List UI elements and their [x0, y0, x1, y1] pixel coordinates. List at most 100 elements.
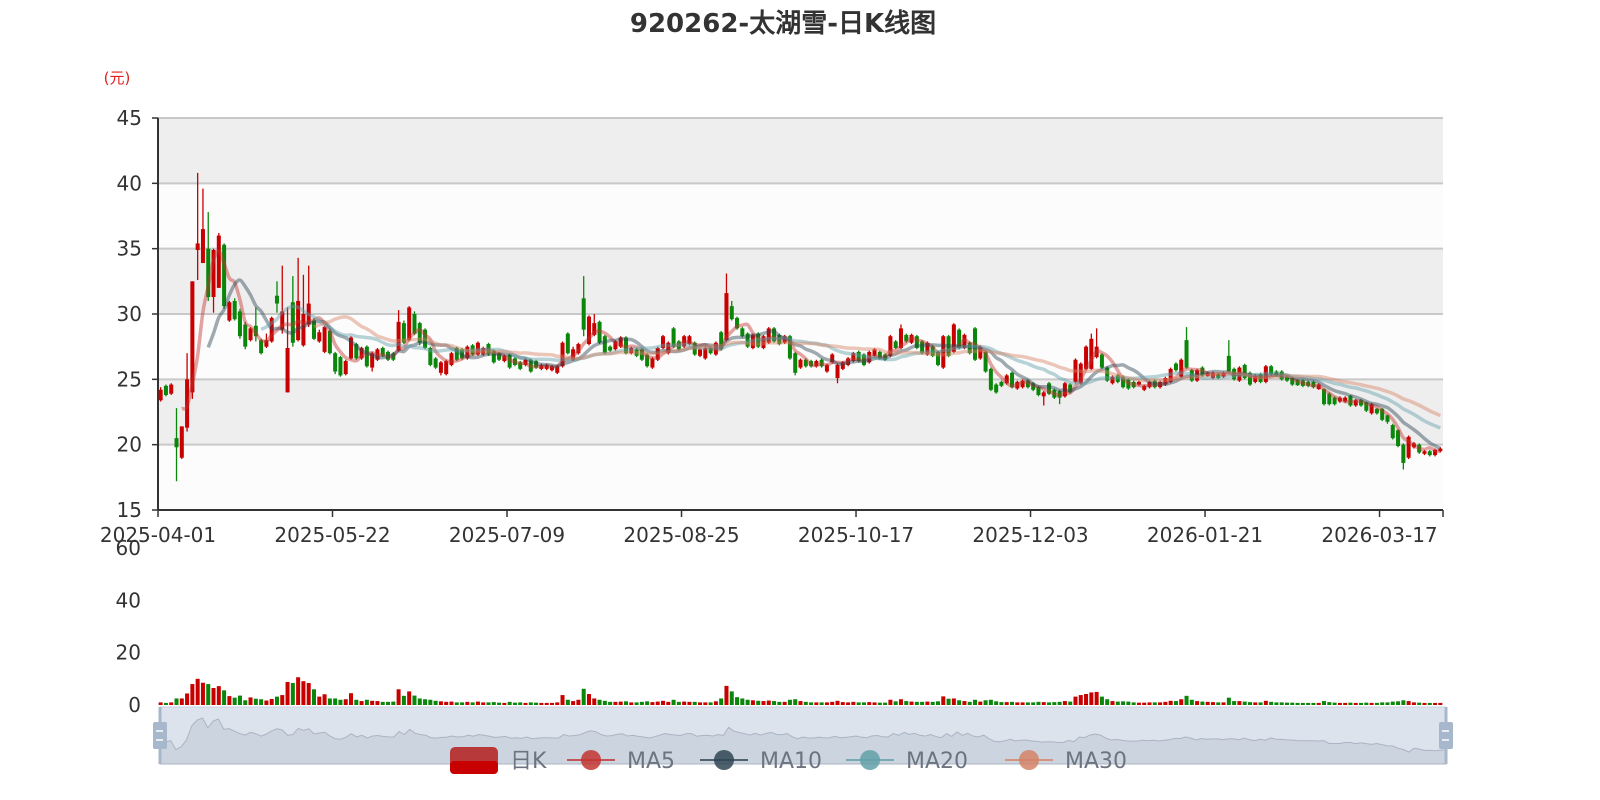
candle-body[interactable]	[169, 384, 174, 394]
candle-body[interactable]	[581, 298, 586, 330]
volume-bar[interactable]	[206, 684, 211, 705]
volume-bar[interactable]	[1242, 701, 1247, 705]
volume-bar[interactable]	[666, 701, 671, 705]
volume-bar[interactable]	[650, 702, 655, 705]
volume-bar[interactable]	[1353, 702, 1358, 705]
volume-bar[interactable]	[174, 698, 179, 705]
volume-bar[interactable]	[386, 701, 391, 705]
volume-bar[interactable]	[259, 699, 264, 705]
candle-body[interactable]	[317, 332, 322, 342]
candle-body[interactable]	[232, 300, 237, 320]
volume-bar[interactable]	[1036, 701, 1041, 705]
volume-bar[interactable]	[454, 702, 459, 705]
volume-bar[interactable]	[1152, 702, 1157, 705]
volume-bar[interactable]	[433, 700, 438, 705]
candle-body[interactable]	[1226, 355, 1231, 372]
volume-bar[interactable]	[1062, 701, 1067, 705]
volume-bar[interactable]	[988, 699, 993, 705]
volume-bar[interactable]	[1015, 702, 1020, 705]
volume-bar[interactable]	[602, 700, 607, 705]
volume-bar[interactable]	[983, 700, 988, 705]
volume-bar[interactable]	[735, 697, 740, 705]
volume-bar[interactable]	[634, 702, 639, 705]
volume-bar[interactable]	[787, 699, 792, 705]
volume-bar[interactable]	[1168, 700, 1173, 705]
candle-body[interactable]	[163, 385, 168, 396]
candle-body[interactable]	[216, 235, 221, 288]
volume-bar[interactable]	[1396, 701, 1401, 705]
volume-bar[interactable]	[1380, 702, 1385, 705]
volume-bar[interactable]	[1184, 695, 1189, 705]
volume-bar[interactable]	[555, 702, 560, 705]
volume-bar[interactable]	[438, 701, 443, 705]
volume-bar[interactable]	[412, 695, 417, 705]
candle-body[interactable]	[343, 361, 348, 375]
volume-bar[interactable]	[216, 686, 221, 705]
volume-bar[interactable]	[639, 701, 644, 705]
candle-body[interactable]	[1401, 444, 1406, 463]
candle-body[interactable]	[1390, 425, 1395, 439]
volume-bar[interactable]	[227, 696, 232, 705]
candle-body[interactable]	[740, 328, 745, 337]
volume-bar[interactable]	[1205, 701, 1210, 705]
volume-bar[interactable]	[941, 696, 946, 705]
volume-bar[interactable]	[861, 702, 866, 705]
volume-bar[interactable]	[661, 700, 666, 705]
volume-bar[interactable]	[1041, 702, 1046, 705]
volume-bar[interactable]	[512, 702, 517, 705]
volume-bar[interactable]	[1078, 695, 1083, 705]
volume-bar[interactable]	[518, 702, 523, 705]
volume-bar[interactable]	[629, 702, 634, 705]
volume-bar[interactable]	[179, 698, 184, 705]
volume-bar[interactable]	[343, 699, 348, 705]
volume-bar[interactable]	[264, 700, 269, 705]
volume-bar[interactable]	[1427, 702, 1432, 705]
volume-bar[interactable]	[375, 701, 380, 705]
volume-bar[interactable]	[962, 701, 967, 705]
volume-bar[interactable]	[1232, 701, 1237, 705]
volume-bar[interactable]	[449, 701, 454, 705]
slider-left-handle[interactable]	[153, 722, 167, 749]
volume-bar[interactable]	[1210, 702, 1215, 705]
volume-bar[interactable]	[724, 685, 729, 705]
volume-bar[interactable]	[1247, 702, 1252, 705]
candle-body[interactable]	[798, 359, 803, 368]
volume-bar[interactable]	[1348, 702, 1353, 705]
volume-bar[interactable]	[1385, 702, 1390, 705]
volume-bar[interactable]	[1200, 701, 1205, 705]
volume-bar[interactable]	[1237, 701, 1242, 705]
volume-bar[interactable]	[1401, 700, 1406, 705]
candle-body[interactable]	[1427, 451, 1432, 456]
volume-bar[interactable]	[872, 702, 877, 705]
candle-body[interactable]	[200, 229, 205, 264]
volume-bar[interactable]	[798, 701, 803, 705]
volume-bar[interactable]	[1279, 702, 1284, 705]
volume-bar[interactable]	[491, 702, 496, 705]
volume-bar[interactable]	[1364, 702, 1369, 705]
volume-bar[interactable]	[920, 701, 925, 705]
volume-bar[interactable]	[460, 702, 465, 705]
volume-bar[interactable]	[497, 702, 502, 705]
legend-ma5-icon[interactable]	[581, 750, 601, 770]
volume-bar[interactable]	[682, 701, 687, 705]
volume-bar[interactable]	[1189, 699, 1194, 705]
volume-bar[interactable]	[856, 702, 861, 705]
volume-bar[interactable]	[676, 701, 681, 705]
volume-bar[interactable]	[1131, 702, 1136, 705]
volume-bar[interactable]	[232, 697, 237, 705]
candle-body[interactable]	[174, 438, 179, 448]
volume-bar[interactable]	[1337, 702, 1342, 705]
volume-bar[interactable]	[999, 702, 1004, 705]
volume-bar[interactable]	[1226, 697, 1231, 705]
volume-bar[interactable]	[327, 698, 332, 705]
volume-bar[interactable]	[317, 696, 322, 705]
volume-bar[interactable]	[766, 700, 771, 705]
volume-bar[interactable]	[507, 701, 512, 705]
volume-bar[interactable]	[655, 701, 660, 705]
volume-bar[interactable]	[523, 702, 528, 705]
volume-bar[interactable]	[370, 700, 375, 705]
volume-bar[interactable]	[1253, 702, 1258, 705]
volume-bar[interactable]	[571, 701, 576, 705]
volume-bar[interactable]	[1300, 702, 1305, 705]
legend-label-ma10[interactable]: MA10	[760, 749, 822, 774]
